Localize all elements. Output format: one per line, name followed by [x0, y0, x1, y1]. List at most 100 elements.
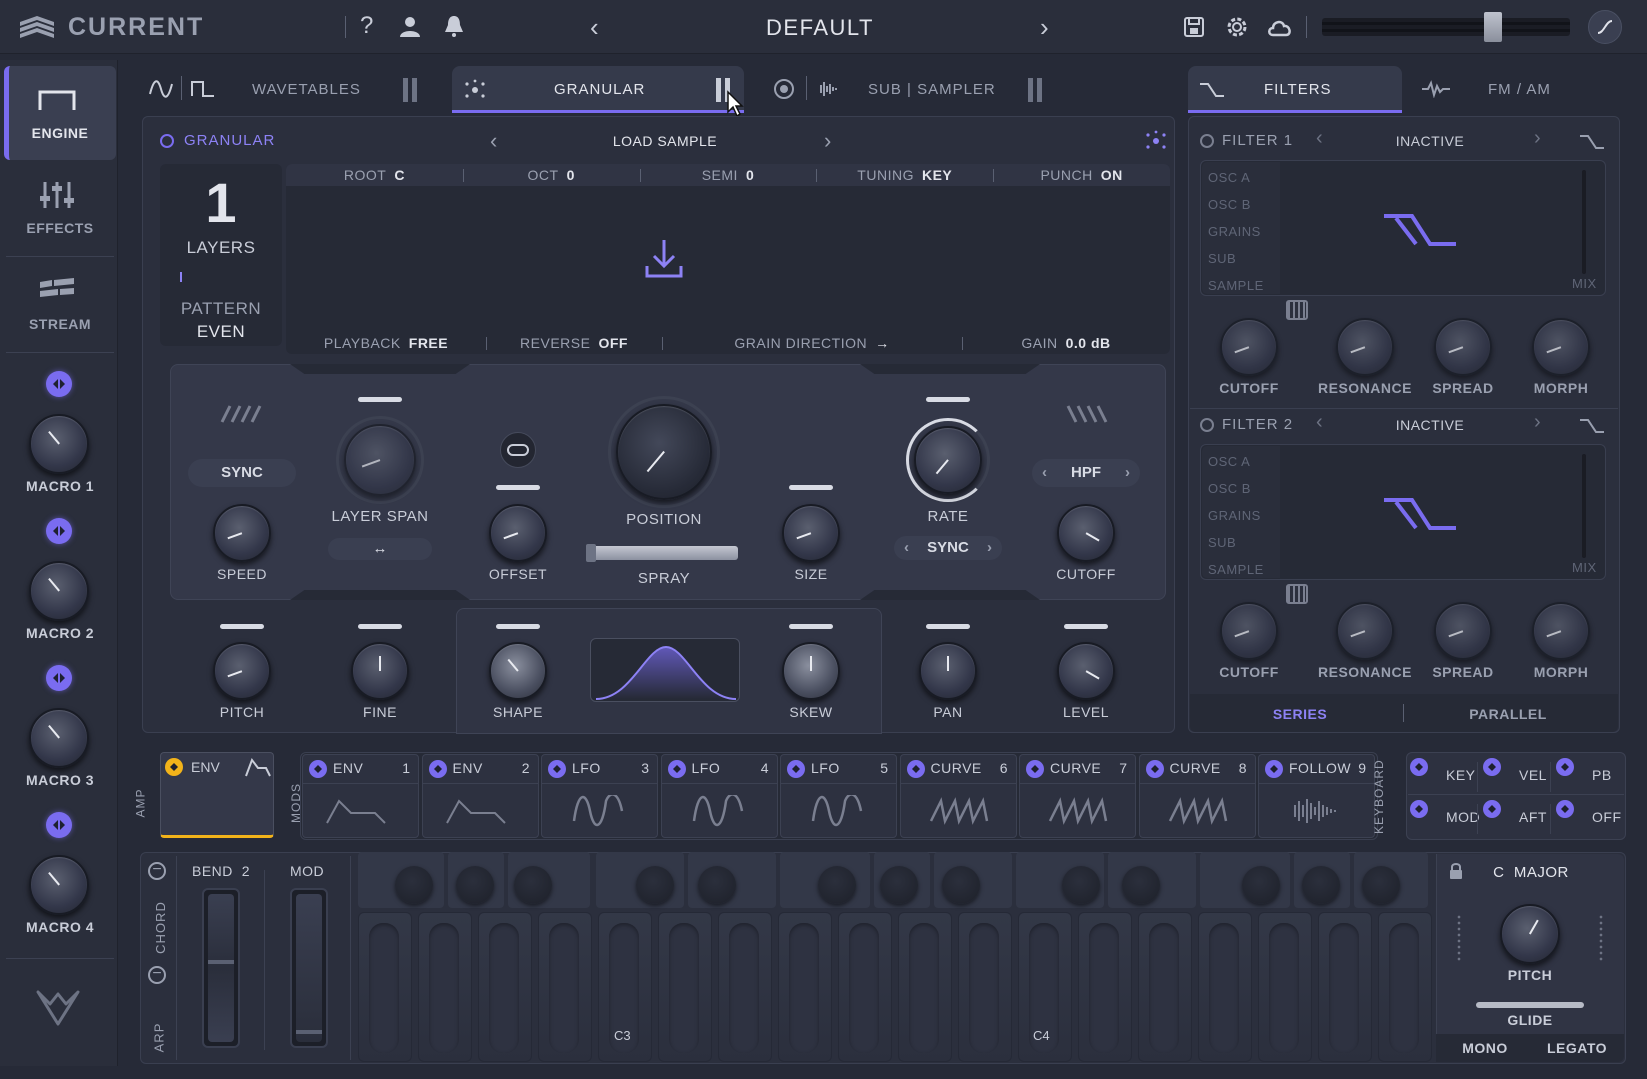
macro-2-knob[interactable]	[29, 561, 89, 621]
white-key[interactable]	[718, 912, 772, 1062]
filter-cutoff-knob[interactable]	[1220, 602, 1278, 660]
filter-morph-knob[interactable]	[1532, 602, 1590, 660]
filter-source-sub[interactable]: SUB	[1208, 251, 1236, 266]
mod-wheel-thumb[interactable]	[296, 894, 322, 1042]
mod-slot-toggle[interactable]	[548, 760, 566, 778]
layers-count[interactable]: 1	[160, 172, 282, 234]
macro-3-knob[interactable]	[29, 708, 89, 768]
keyboard-source-toggle[interactable]	[1410, 800, 1428, 818]
macro-4-mod-toggle[interactable]	[46, 812, 72, 838]
prev-sample-button[interactable]: ‹	[490, 128, 497, 154]
filter-source-osc-b[interactable]: OSC B	[1208, 481, 1251, 496]
skew-knob[interactable]	[782, 642, 840, 700]
sine-wave-icon[interactable]	[148, 78, 174, 100]
filter-shape-menu-icon[interactable]	[1578, 416, 1606, 434]
spray-slider[interactable]	[588, 546, 738, 560]
black-key[interactable]	[636, 866, 674, 904]
keytrack-icon[interactable]	[1286, 300, 1308, 320]
black-key[interactable]	[395, 866, 433, 904]
granular-power-icon[interactable]	[160, 134, 174, 148]
offset-knob[interactable]	[489, 504, 547, 562]
grains-scatter-icon[interactable]	[1144, 130, 1168, 152]
wavetables-bypass-button[interactable]	[403, 78, 417, 102]
white-key[interactable]	[418, 912, 472, 1062]
filter-resonance-knob[interactable]	[1336, 318, 1394, 376]
mod-slot-env-1[interactable]: ENV 1	[302, 754, 419, 838]
pattern-value[interactable]: EVEN	[160, 322, 282, 342]
white-key[interactable]	[1078, 912, 1132, 1062]
grain-filter-type-selector[interactable]: ‹ HPF ›	[1032, 459, 1140, 487]
layer-span-knob[interactable]	[344, 424, 416, 496]
filter-source-osc-a[interactable]: OSC A	[1208, 454, 1250, 469]
load-sample-label[interactable]: LOAD SAMPLE	[565, 133, 765, 149]
black-key[interactable]	[880, 866, 918, 904]
parallel-button[interactable]: PARALLEL	[1408, 706, 1608, 722]
param-playback[interactable]: PLAYBACK FREE	[286, 335, 486, 351]
white-key[interactable]	[778, 912, 832, 1062]
cloud-icon[interactable]	[1266, 16, 1294, 38]
param-reverse[interactable]: REVERSE OFF	[486, 335, 662, 351]
bend-value[interactable]: 2	[242, 863, 250, 879]
param-semi[interactable]: SEMI 0	[640, 167, 817, 183]
filter-prev-type-button[interactable]: ‹	[1316, 411, 1323, 434]
position-knob[interactable]	[616, 404, 712, 500]
white-key[interactable]	[658, 912, 712, 1062]
param-root[interactable]: ROOT C	[286, 167, 463, 183]
macro-2-mod-toggle[interactable]	[46, 518, 72, 544]
white-key[interactable]	[1258, 912, 1312, 1062]
filter-spread-knob[interactable]	[1434, 602, 1492, 660]
mod-slot-env-2[interactable]: ENV 2	[421, 754, 539, 838]
macro-1-mod-toggle[interactable]	[46, 371, 72, 397]
white-key[interactable]	[1318, 912, 1372, 1062]
fm-am-icon[interactable]	[1420, 80, 1452, 98]
filter-type[interactable]: INACTIVE	[1360, 417, 1500, 433]
white-key[interactable]	[358, 912, 412, 1062]
mod-slot-lfo-4[interactable]: LFO 4	[660, 754, 778, 838]
mod-slot-toggle[interactable]	[667, 760, 686, 778]
lock-icon[interactable]	[1448, 862, 1464, 880]
layer-span-direction-button[interactable]: ↔	[328, 538, 432, 560]
glide-slider[interactable]	[1476, 1002, 1584, 1008]
bell-icon[interactable]	[442, 14, 466, 38]
sidebar-item-engine[interactable]	[4, 66, 116, 160]
keyboard-source-toggle[interactable]	[1483, 800, 1501, 818]
help-icon[interactable]: ?	[360, 12, 373, 40]
filter-source-sample[interactable]: SAMPLE	[1208, 562, 1264, 577]
param-oct[interactable]: OCT 0	[463, 167, 640, 183]
next-preset-button[interactable]: ›	[1040, 12, 1049, 43]
white-key[interactable]	[1138, 912, 1192, 1062]
macro-3-mod-toggle[interactable]	[46, 665, 72, 691]
mod-slot-curve-6[interactable]: CURVE 6	[899, 754, 1017, 838]
keytrack-icon[interactable]	[1286, 584, 1308, 604]
keyboard-source-toggle[interactable]	[1410, 758, 1428, 776]
filter-spread-knob[interactable]	[1434, 318, 1492, 376]
filter-mix-slider[interactable]	[1582, 170, 1586, 274]
save-icon[interactable]	[1182, 15, 1206, 39]
filter-source-osc-a[interactable]: OSC A	[1208, 170, 1250, 185]
mod-slot-toggle[interactable]	[1145, 760, 1164, 778]
legato-button[interactable]: LEGATO	[1532, 1040, 1622, 1056]
tab-sub-sampler[interactable]: SUB | SAMPLER	[868, 81, 996, 98]
speed-sync-button[interactable]: SYNC	[188, 459, 296, 487]
keyboard-source-aft[interactable]: AFT	[1519, 809, 1547, 825]
grain-cutoff-knob[interactable]	[1057, 504, 1115, 562]
black-key[interactable]	[1122, 866, 1160, 904]
tab-wavetables[interactable]: WAVETABLES	[252, 81, 361, 98]
mod-slot-toggle[interactable]	[906, 760, 925, 778]
white-key[interactable]	[1198, 912, 1252, 1062]
rate-knob[interactable]	[914, 426, 982, 494]
amp-env-toggle[interactable]	[165, 758, 183, 776]
mod-slot-curve-7[interactable]: CURVE 7	[1019, 754, 1136, 838]
mod-slot-toggle[interactable]	[1265, 760, 1283, 778]
output-level-handle[interactable]	[1484, 12, 1502, 42]
sample-drop-area[interactable]	[286, 164, 1170, 354]
filter-source-sub[interactable]: SUB	[1208, 535, 1236, 550]
download-icon[interactable]	[644, 238, 684, 280]
white-key[interactable]	[958, 912, 1012, 1062]
pitch-bend-wheel-thumb[interactable]	[208, 894, 234, 1042]
black-key[interactable]	[456, 866, 494, 904]
spray-slider-handle[interactable]	[586, 544, 596, 562]
keyboard-source-key[interactable]: KEY	[1446, 767, 1476, 783]
filter-resonance-knob[interactable]	[1336, 602, 1394, 660]
prev-preset-button[interactable]: ‹	[590, 12, 599, 43]
